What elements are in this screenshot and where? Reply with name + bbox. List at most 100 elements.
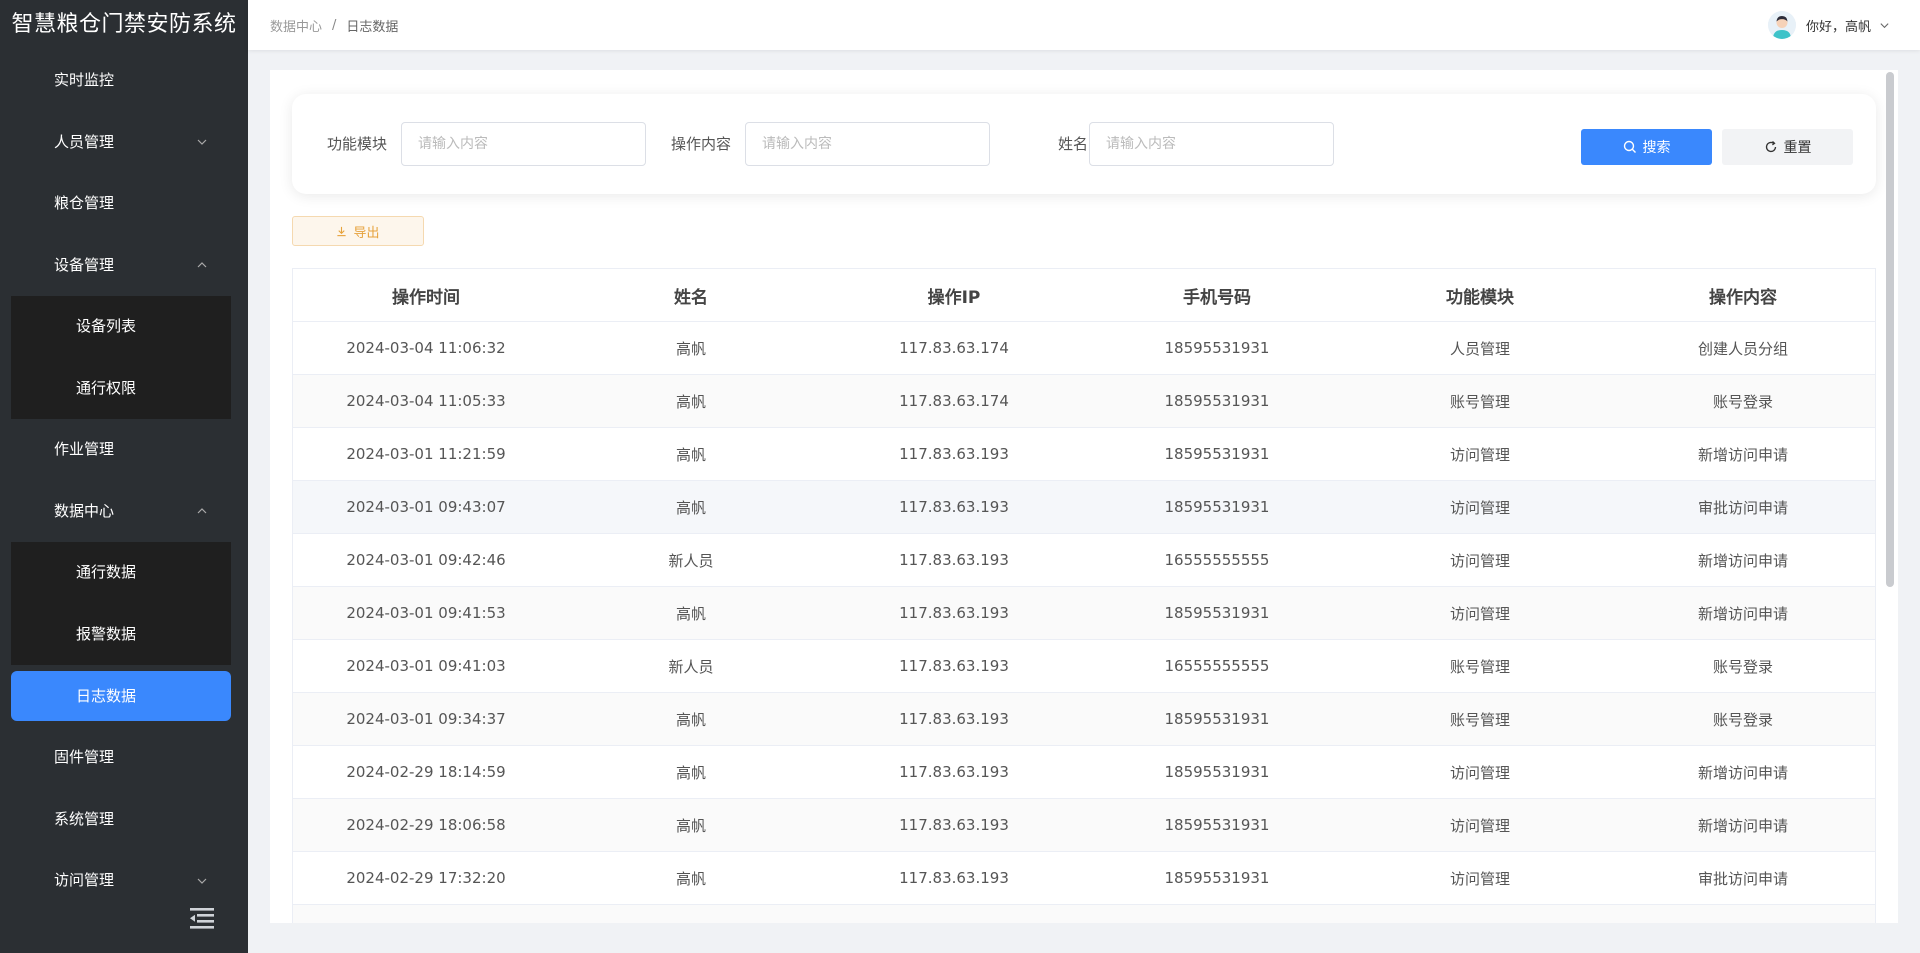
sidebar-item-label: 设备管理 [54,255,115,274]
table-row[interactable]: 2024-03-01 09:34:37 高帆 117.83.63.193 185955… [293,693,1875,746]
menu-fold-icon[interactable] [188,906,216,930]
chevron-down-icon [196,850,208,912]
sidebar-item-label: 系统管理 [54,809,115,828]
cell-content: 新增访问申请 [1697,551,1788,570]
submenu-devices: 设备列表 通行权限 [11,296,231,419]
cell-time: 2024-03-04 11:06:32 [346,339,506,357]
cell-ip: 117.83.63.193 [899,498,1009,516]
cell-time: 2024-02-29 17:32:19 [293,922,559,923]
table-row[interactable]: 2024-03-01 09:43:07 高帆 117.83.63.193 185955… [293,481,1875,534]
cell-ip: 117.83.63.193 [899,869,1009,887]
search-button[interactable]: 搜索 [1581,129,1712,165]
main-content: 功能模块 操作内容 姓名 搜索 重置 导出 操作时间 姓名 操作IP 手机号码 … [270,70,1898,923]
table-row[interactable]: 2024-02-29 17:32:20 高帆 117.83.63.193 185955… [293,852,1875,905]
content-input[interactable] [745,122,990,166]
column-header: 操作时间 [392,287,460,308]
sidebar-item-data-center[interactable]: 数据中心 [0,481,248,543]
sidebar-item-label: 访问管理 [54,871,115,889]
table-row[interactable]: 2024-02-29 18:14:59 高帆 117.83.63.193 185955… [293,746,1875,799]
cell-ip: 117.83.63.193 [899,710,1009,728]
sidebar-item-devices[interactable]: 设备管理 [0,235,248,297]
table-header: 操作时间 姓名 操作IP 手机号码 功能模块 操作内容 [293,269,1875,322]
sidebar-item-label: 通行数据 [76,563,137,581]
sidebar-item-log-data[interactable]: 日志数据 [11,671,231,721]
table-row[interactable]: 2024-03-01 09:41:53 高帆 117.83.63.193 185955… [293,587,1875,640]
avatar [1767,11,1796,39]
content-label: 操作内容 [671,135,732,153]
sidebar-item-label: 设备列表 [76,317,137,335]
user-menu[interactable]: 你好， 高帆 [1767,0,1890,50]
cell-time: 2024-03-01 09:41:53 [346,604,506,622]
table-row[interactable]: 2024-03-01 11:21:59 高帆 117.83.63.193 185955… [293,428,1875,481]
sidebar-item-granary[interactable]: 粮仓管理 [0,173,248,235]
cell-module: 账号管理 [1449,657,1510,676]
module-input[interactable] [401,122,646,166]
chevron-up-icon [196,481,208,543]
sidebar-item-access-permissions[interactable]: 通行权限 [11,358,231,420]
breadcrumb: 数据中心 / 日志数据 [270,0,398,50]
sidebar-item-label: 通行权限 [76,378,137,397]
sidebar-item-alarm-data[interactable]: 报警数据 [11,604,231,666]
sidebar-item-visit[interactable]: 访问管理 [0,850,248,912]
cell-content: 账号登录 [1712,710,1773,729]
sidebar-item-firmware[interactable]: 固件管理 [0,727,248,789]
cell-module: 账号管理 [1449,710,1510,729]
export-button[interactable]: 导出 [292,216,424,246]
table-row[interactable]: 2024-03-01 09:41:03 新人员 117.83.63.193 16555… [293,640,1875,693]
module-label: 功能模块 [327,135,388,153]
cell-module: 访问管理 [1449,869,1510,888]
scrollbar-thumb[interactable] [1886,72,1894,587]
cell-content: 审批访问申请 [1697,498,1788,517]
cell-phone: 18595531931 [1164,445,1270,463]
cell-content: 新增访问申请 [1697,816,1788,835]
column-header: 手机号码 [1183,287,1251,308]
breadcrumb-separator: / [332,17,337,33]
cell-name: 新人员 [559,921,823,924]
cell-time: 2024-03-01 09:34:37 [346,710,506,728]
cell-name: 高帆 [675,392,706,411]
cell-module: 访问管理 [1449,816,1510,835]
name-input[interactable] [1089,122,1334,166]
refresh-icon [1765,141,1776,153]
breadcrumb-item[interactable]: 数据中心 [270,16,322,35]
filter-panel: 功能模块 操作内容 姓名 搜索 重置 [292,94,1876,194]
column-header: 操作IP [927,287,981,308]
sidebar-item-label: 作业管理 [54,440,115,458]
breadcrumb-current: 日志数据 [346,19,399,35]
sidebar-item-realtime-monitor[interactable]: 实时监控 [0,50,248,112]
sidebar-item-passage-data[interactable]: 通行数据 [11,542,231,604]
cell-phone: 16555555555 [1164,657,1270,675]
table-row[interactable]: 2024-02-29 17:32:19新人员117.83.63.19316555… [293,905,1875,923]
table-row[interactable]: 2024-02-29 18:06:58 高帆 117.83.63.193 185955… [293,799,1875,852]
top-header: 数据中心 / 日志数据 你好， 高帆 [248,0,1920,50]
sidebar: 智慧粮仓门禁安防系统 实时监控 人员管理 粮仓管理 设备管理 设备列表 通行权限 [0,0,248,953]
cell-ip: 117.83.63.193 [899,604,1009,622]
cell-time: 2024-02-29 18:14:59 [346,763,506,781]
reset-button[interactable]: 重置 [1722,129,1853,165]
sidebar-item-operations[interactable]: 作业管理 [0,419,248,481]
table-row[interactable]: 2024-03-01 09:42:46 新人员 117.83.63.193 16555… [293,534,1875,587]
table-row[interactable]: 2024-03-04 11:06:32 高帆 117.83.63.174 185955… [293,322,1875,375]
cell-phone: 18595531931 [1164,710,1270,728]
chevron-up-icon [196,235,208,297]
cell-name: 高帆 [675,445,706,464]
chevron-down-icon [1879,20,1890,31]
sidebar-item-system[interactable]: 系统管理 [0,789,248,851]
cell-module: 访问管理 [1449,604,1510,623]
sidebar-item-personnel[interactable]: 人员管理 [0,112,248,174]
sidebar-item-device-list[interactable]: 设备列表 [11,296,231,358]
cell-phone: 18595531931 [1164,816,1270,834]
cell-name: 高帆 [675,869,706,888]
cell-ip: 117.83.63.174 [899,392,1009,410]
cell-ip: 117.83.63.193 [899,551,1009,569]
cell-name: 高帆 [675,498,706,517]
table-row[interactable]: 2024-03-04 11:05:33 高帆 117.83.63.174 185955… [293,375,1875,428]
search-button-label: 搜索 [1642,140,1671,156]
cell-time: 2024-03-04 11:05:33 [346,392,506,410]
name-label: 姓名 [1058,135,1089,153]
sidebar-item-label: 人员管理 [54,132,115,151]
download-icon [337,226,347,236]
column-header: 姓名 [674,287,708,308]
cell-name: 高帆 [675,710,706,729]
sidebar-menu: 实时监控 人员管理 粮仓管理 设备管理 设备列表 通行权限 作业管理 数据中心 … [0,50,248,912]
